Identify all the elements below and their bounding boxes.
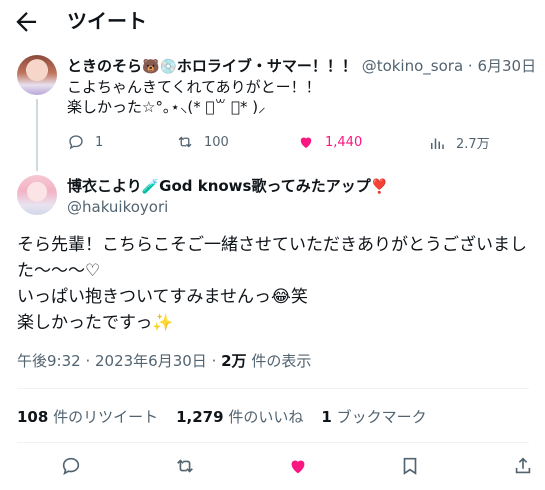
like-count: 1,440 (325, 134, 363, 150)
test-tube-emoji: 🧪 (141, 179, 160, 195)
views-count: 2万 (221, 352, 247, 370)
reply-icon (62, 457, 80, 475)
author-name-suffix[interactable]: ホロライブ・サマー！！！ (177, 57, 357, 75)
bookmark-button[interactable] (399, 455, 423, 479)
thread-line (36, 99, 38, 171)
disc-emoji: 💿 (159, 59, 177, 75)
bookmark-icon (403, 457, 417, 475)
reply-button[interactable] (60, 455, 84, 479)
analytics-icon (431, 138, 444, 149)
author-handle[interactable]: @tokino_sora (362, 57, 463, 75)
tweet-date[interactable]: · 6月30日 (468, 57, 536, 75)
heart-icon (300, 137, 312, 148)
retweet-icon (177, 459, 193, 473)
tweet-meta: 午後9:32 · 2023年6月30日 · 2万 件の表示 (17, 352, 312, 370)
reply-icon (69, 135, 83, 150)
retweet-count: 100 (204, 134, 229, 150)
views-label: 件の表示 (251, 352, 312, 370)
author-handle[interactable]: @hakuikoyori (67, 197, 168, 217)
divider (17, 388, 529, 389)
views-count: 2.7万 (456, 137, 490, 152)
tweet-text: こよちゃんきてくれてありがとー！！ 楽しかった☆°｡⋆⸜(* ॑꒳ ॑* )⸝ (67, 78, 321, 116)
engagement-stats: 108 件のリツイート 1,279 件のいいね 1 ブックマーク (17, 407, 445, 427)
retweet-button[interactable]: 100 (176, 133, 229, 151)
reply-button[interactable]: 1 (67, 133, 103, 151)
tweet-time[interactable]: 午後9:32 (17, 352, 81, 370)
likes-stat[interactable]: 1,279 件のいいね (176, 407, 303, 427)
author-name[interactable]: 博衣こより🧪God knows歌ってみたアップ❣️ (67, 176, 388, 197)
heart-exclamation-emoji: ❣️ (370, 179, 389, 195)
avatar[interactable] (17, 175, 57, 215)
tweet-date[interactable]: 2023年6月30日 (95, 352, 207, 370)
heart-icon (291, 460, 305, 474)
views-button[interactable]: 2.7万 (428, 133, 490, 152)
page-title: ツイート (67, 9, 147, 33)
arrow-left-icon (16, 12, 37, 32)
tweet-text: そら先輩！こちらこそご一緒させていただきありがとうございまし た〜〜〜♡ いっぱ… (17, 235, 527, 333)
retweet-button[interactable] (174, 455, 198, 479)
avatar[interactable] (17, 55, 57, 95)
author-name[interactable]: ときのそら (67, 57, 142, 75)
divider (17, 442, 529, 443)
reply-count: 1 (95, 134, 104, 150)
retweets-stat[interactable]: 108 件のリツイート (17, 407, 158, 427)
like-button[interactable] (287, 455, 311, 479)
bookmarks-stat[interactable]: 1 ブックマーク (321, 407, 426, 427)
tweet1-header: ときのそら🐻💿ホロライブ・サマー！！！ @tokino_sora · 6月30日 (67, 56, 536, 77)
share-button[interactable] (512, 455, 536, 479)
share-icon (515, 457, 531, 474)
bear-emoji: 🐻 (142, 59, 160, 75)
like-button[interactable]: 1,440 (297, 133, 362, 151)
retweet-icon (178, 136, 192, 148)
back-button[interactable] (10, 6, 42, 38)
